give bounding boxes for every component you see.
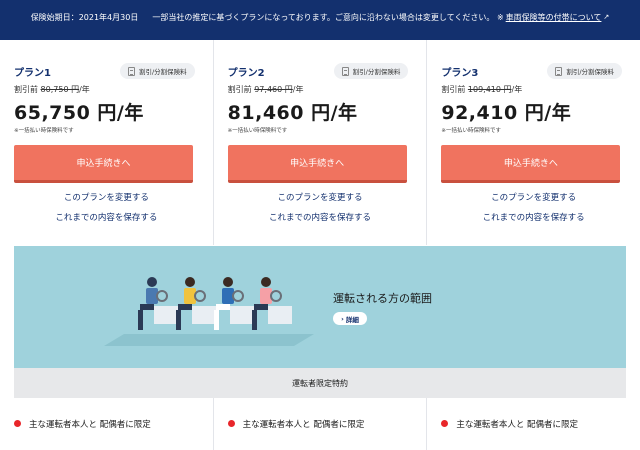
plan-card-2: プラン2 割引/分割保険料 割引前 97,460 円/年 81,460 円/年 … [214, 40, 428, 245]
plan-name: プラン3 [441, 67, 479, 79]
start-date-value: 2021年4月30日 [78, 12, 139, 22]
start-date-info: 保険始期日：2021年4月30日 [31, 12, 139, 23]
change-plan-link[interactable]: このプランを変更する [441, 191, 626, 203]
plan-card-3: プラン3 割引/分割保険料 割引前 109,410 円/年 92,410 円/年… [427, 40, 640, 245]
section-header: 運転者限定特約 [14, 368, 626, 398]
condition-cell: 主な運転者本人と 配偶者に限定 [214, 398, 428, 450]
top-info-bar: 保険始期日：2021年4月30日 一部当社の推定に基づくプランになっております。… [0, 0, 640, 40]
condition-text: 主な運転者本人と 配偶者に限定 [456, 420, 579, 430]
plan-price: 92,410 円/年 [441, 102, 572, 124]
before-discount-label: 割引前 [227, 85, 252, 94]
price-note: ※一括払い時保険料です [14, 128, 74, 134]
before-discount-price: 80,750 円 [40, 85, 80, 94]
discount-premium-button[interactable]: 割引/分割保険料 [333, 63, 409, 79]
plan-notice-text: 一部当社の推定に基づくプランになっております。ご意向に沿わない場合は変更してくだ… [152, 12, 495, 22]
red-dot-icon [441, 420, 449, 427]
before-discount-suffix: /年 [292, 85, 304, 94]
plan-notice: 一部当社の推定に基づくプランになっております。ご意向に沿わない場合は変更してくだ… [152, 12, 609, 23]
apply-button[interactable]: 申込手続きへ [441, 145, 621, 183]
plan-price: 65,750 円/年 [14, 102, 144, 124]
condition-cell: 主な運転者本人と 配偶者に限定 [0, 398, 214, 450]
plan-columns: プラン1 割引/分割保険料 割引前 80,750 円/年 65,750 円/年 … [0, 40, 640, 245]
link-prefix: ※ [496, 12, 504, 22]
detail-button[interactable]: › 詳細 [333, 312, 367, 325]
before-discount-label: 割引前 [441, 85, 466, 94]
price-note: ※一括払い時保険料です [441, 128, 501, 134]
drivers-illustration [104, 277, 314, 346]
plan-price: 81,460 円/年 [227, 102, 358, 124]
before-discount-suffix: /年 [79, 85, 90, 94]
before-discount: 割引前 97,460 円/年 [228, 84, 413, 95]
before-discount-price: 97,460 円 [254, 85, 293, 94]
before-discount-label: 割引前 [14, 85, 38, 94]
apply-button[interactable]: 申込手続きへ [14, 145, 193, 183]
driver-scope-banner: 運転される方の範囲 › 詳細 [14, 246, 626, 368]
before-discount-price: 109,410 円 [467, 85, 512, 94]
condition-text: 主な運転者本人と 配偶者に限定 [29, 420, 151, 430]
before-discount: 割引前 109,410 円/年 [441, 84, 626, 95]
discount-premium-button[interactable]: 割引/分割保険料 [547, 63, 623, 79]
price-note: ※一括払い時保険料です [227, 128, 288, 134]
condition-text: 主な運転者本人と 配偶者に限定 [242, 420, 365, 430]
condition-row: 主な運転者本人と 配偶者に限定 主な運転者本人と 配偶者に限定 主な運転者本人と… [0, 398, 640, 450]
badge-label: 割引/分割保険料 [566, 68, 615, 76]
save-content-link[interactable]: これまでの内容を保存する [228, 211, 413, 223]
chevron-right-icon: › [341, 314, 344, 323]
document-icon [341, 66, 349, 76]
before-discount-suffix: /年 [511, 85, 523, 94]
vehicle-insurance-link[interactable]: 車両保険等の付帯について [506, 12, 602, 23]
change-plan-link[interactable]: このプランを変更する [228, 191, 413, 203]
plan-name: プラン2 [227, 67, 265, 79]
save-content-link[interactable]: これまでの内容を保存する [14, 211, 199, 223]
apply-button[interactable]: 申込手続きへ [227, 145, 407, 183]
plan-card-1: プラン1 割引/分割保険料 割引前 80,750 円/年 65,750 円/年 … [0, 40, 214, 245]
change-plan-link[interactable]: このプランを変更する [14, 191, 199, 203]
badge-label: 割引/分割保険料 [138, 68, 187, 76]
discount-premium-button[interactable]: 割引/分割保険料 [119, 63, 195, 79]
document-icon [127, 66, 135, 76]
banner-title: 運転される方の範囲 [333, 292, 432, 305]
document-icon [555, 66, 563, 76]
before-discount: 割引前 80,750 円/年 [14, 84, 199, 95]
red-dot-icon [14, 420, 21, 427]
vehicle-insurance-link-wrap: ※ 車両保険等の付帯について ↗ [497, 12, 609, 23]
red-dot-icon [227, 420, 235, 427]
condition-cell: 主な運転者本人と 配偶者に限定 [427, 398, 640, 450]
start-date-label: 保険始期日： [30, 12, 79, 22]
detail-label: 詳細 [345, 315, 359, 324]
badge-label: 割引/分割保険料 [352, 68, 401, 76]
external-link-icon: ↗ [603, 13, 610, 21]
save-content-link[interactable]: これまでの内容を保存する [441, 211, 626, 223]
plan-name: プラン1 [14, 67, 51, 79]
